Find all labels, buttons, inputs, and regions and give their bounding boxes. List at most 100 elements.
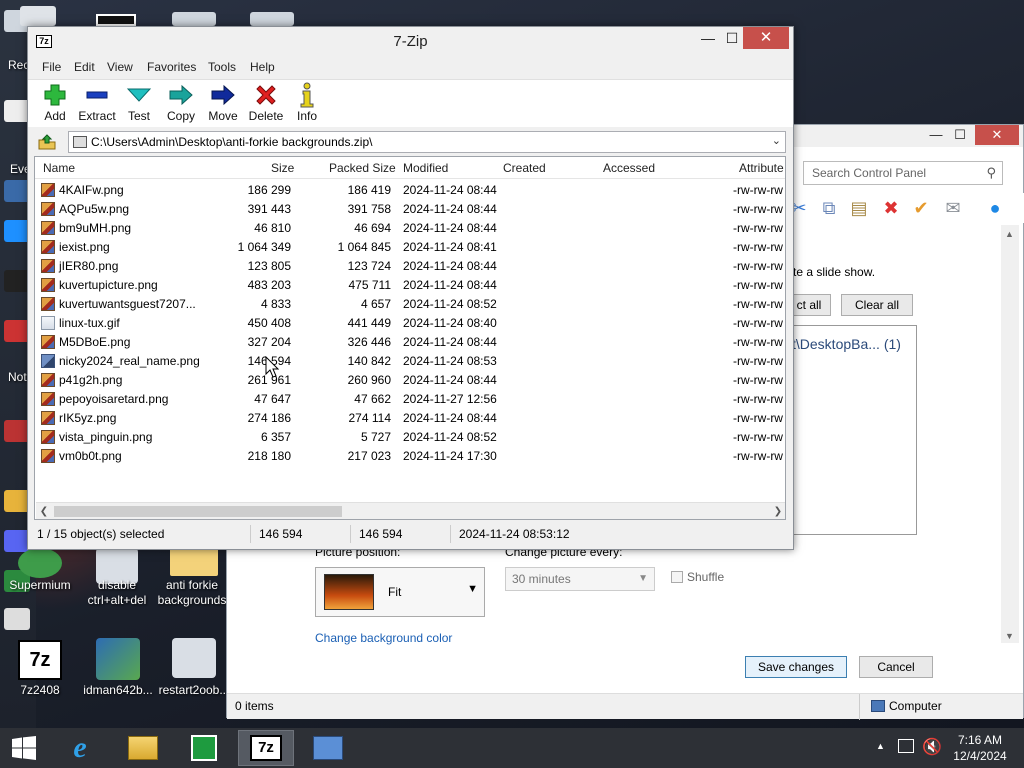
file-packed-size: 326 446 <box>347 335 391 349</box>
image-file-icon <box>41 278 55 292</box>
delete-button[interactable]: Delete <box>244 82 288 123</box>
column-attributes[interactable]: Attribute <box>739 161 784 175</box>
shell-icon[interactable]: ● <box>983 197 1007 219</box>
tray-overflow-icon[interactable]: ▲ <box>876 741 885 751</box>
picture-folder-list[interactable]: t\DesktopBa... (1) <box>789 325 917 535</box>
change-background-color-link[interactable]: Change background color <box>315 631 452 645</box>
taskbar-file-explorer[interactable] <box>115 730 171 766</box>
file-row[interactable]: nicky2024_real_name.png 146 594 140 842 202… <box>35 352 785 371</box>
taskbar-store[interactable] <box>176 730 232 766</box>
save-changes-button[interactable]: Save changes <box>745 656 847 678</box>
test-icon <box>117 82 161 108</box>
file-row[interactable]: M5DBoE.png 327 204 326 446 2024-11-24 08:44… <box>35 333 785 352</box>
supermium-icon[interactable] <box>18 548 62 578</box>
file-row[interactable]: AQPu5w.png 391 443 391 758 2024-11-24 08:44… <box>35 200 785 219</box>
menu-tools[interactable]: Tools <box>208 60 236 74</box>
start-button[interactable] <box>0 730 48 766</box>
close-button[interactable]: ✕ <box>975 125 1019 145</box>
file-row[interactable]: jIER80.png 123 805 123 724 2024-11-24 08:44… <box>35 257 785 276</box>
app-icon[interactable] <box>96 14 136 26</box>
file-list[interactable]: Name Size Packed Size Modified Created A… <box>34 156 786 520</box>
file-row[interactable]: vm0b0t.png 218 180 217 023 2024-11-24 17:30… <box>35 447 785 466</box>
file-row[interactable]: kuvertupicture.png 483 203 475 711 2024-11-… <box>35 276 785 295</box>
scroll-left-icon[interactable]: ❮ <box>36 503 52 519</box>
column-packed-size[interactable]: Packed Size <box>329 161 396 175</box>
file-row[interactable]: 4KAIFw.png 186 299 186 419 2024-11-24 08:44… <box>35 181 785 200</box>
network-icon[interactable] <box>898 739 914 753</box>
shuffle-checkbox[interactable] <box>671 571 683 583</box>
folder-up-icon[interactable] <box>38 134 56 150</box>
scroll-right-icon[interactable]: ❯ <box>770 503 785 519</box>
file-row[interactable]: bm9uMH.png 46 810 46 694 2024-11-24 08:44 -r… <box>35 219 785 238</box>
gear-file-icon[interactable] <box>172 638 216 678</box>
check-icon[interactable]: ✔ <box>909 197 933 219</box>
file-attributes: -rw-rw-rw <box>733 335 783 349</box>
path-combobox[interactable]: C:\Users\Admin\Desktop\anti-forkie backg… <box>68 131 786 153</box>
move-button[interactable]: Move <box>201 82 245 123</box>
gear-file-icon[interactable] <box>250 12 294 26</box>
add-button[interactable]: Add <box>33 82 77 123</box>
clock[interactable]: 7:16 AM 12/4/2024 <box>950 732 1010 764</box>
test-button[interactable]: Test <box>117 82 161 123</box>
column-created[interactable]: Created <box>503 161 546 175</box>
vertical-scrollbar[interactable]: ▲ ▼ <box>1001 225 1019 643</box>
menu-edit[interactable]: Edit <box>74 60 95 74</box>
column-accessed[interactable]: Accessed <box>603 161 655 175</box>
menu-favorites[interactable]: Favorites <box>147 60 196 74</box>
search-control-panel-input[interactable]: Search Control Panel ⚲ <box>803 161 1003 185</box>
file-row[interactable]: pepoyoisaretard.png 47 647 47 662 2024-11-2… <box>35 390 785 409</box>
gear-file-icon[interactable] <box>172 12 216 26</box>
file-row[interactable]: vista_pinguin.png 6 357 5 727 2024-11-24 08… <box>35 428 785 447</box>
menu-help[interactable]: Help <box>250 60 275 74</box>
info-button[interactable]: Info <box>285 82 329 123</box>
folder-list-item[interactable]: t\DesktopBa... (1) <box>792 336 901 352</box>
add-icon <box>33 82 77 108</box>
column-modified[interactable]: Modified <box>403 161 448 175</box>
taskbar-7zip[interactable]: 7z <box>238 730 294 766</box>
file-row[interactable]: p41g2h.png 261 961 260 960 2024-11-24 08:44… <box>35 371 785 390</box>
file-row[interactable]: linux-tux.gif 450 408 441 449 2024-11-24 08… <box>35 314 785 333</box>
chevron-down-icon[interactable]: ⌄ <box>772 134 781 147</box>
minimize-button[interactable]: — <box>696 27 720 49</box>
file-modified: 2024-11-24 08:44 <box>403 221 497 235</box>
volume-muted-icon[interactable]: 🔇 <box>922 737 942 757</box>
properties-icon[interactable]: ✉ <box>941 197 965 219</box>
scroll-up-icon[interactable]: ▲ <box>1005 229 1014 239</box>
delete-label: Delete <box>248 109 284 123</box>
taskbar-control-panel[interactable] <box>300 730 356 766</box>
file-name: iexist.png <box>59 240 110 254</box>
7zip-titlebar[interactable]: 7z 7-Zip — ☐ ✕ <box>28 27 793 57</box>
idm-icon[interactable] <box>96 638 140 680</box>
paste-icon[interactable]: ▤ <box>847 197 871 219</box>
file-row[interactable]: kuvertuwantsguest7207... 4 833 4 657 2024-1… <box>35 295 785 314</box>
recycle-bin-icon[interactable] <box>20 6 56 26</box>
menu-file[interactable]: File <box>42 60 61 74</box>
close-button[interactable]: ✕ <box>743 27 789 49</box>
copy-icon[interactable]: ⧉ <box>817 197 841 219</box>
delete-icon[interactable]: ✖ <box>879 197 903 219</box>
maximize-button[interactable]: ☐ <box>720 27 744 49</box>
extract-button[interactable]: Extract <box>75 82 119 123</box>
horizontal-scrollbar[interactable]: ❮ ❯ <box>36 502 785 519</box>
file-row[interactable]: rIK5yz.png 274 186 274 114 2024-11-24 08:44… <box>35 409 785 428</box>
file-row[interactable]: iexist.png 1 064 349 1 064 845 2024-11-24 0… <box>35 238 785 257</box>
search-icon[interactable]: ⚲ <box>986 165 996 181</box>
file-size: 391 443 <box>247 202 291 216</box>
scrollbar-thumb[interactable] <box>54 506 342 517</box>
scroll-down-icon[interactable]: ▼ <box>1005 631 1014 641</box>
file-size: 146 594 <box>247 354 291 368</box>
folder-icon[interactable] <box>170 548 218 576</box>
column-size[interactable]: Size <box>271 161 294 175</box>
7zip-icon[interactable]: 7z <box>18 640 62 680</box>
maximize-button[interactable]: ☐ <box>945 125 975 145</box>
menu-view[interactable]: View <box>107 60 133 74</box>
clear-all-button[interactable]: Clear all <box>841 294 913 316</box>
column-name[interactable]: Name <box>43 161 75 175</box>
file-name: jIER80.png <box>59 259 119 273</box>
cancel-button[interactable]: Cancel <box>859 656 933 678</box>
app-icon[interactable] <box>4 608 30 630</box>
taskbar-internet-explorer[interactable]: e <box>52 730 108 766</box>
picture-position-dropdown[interactable]: Fit ▼ <box>315 567 485 617</box>
copy-button[interactable]: Copy <box>159 82 203 123</box>
change-every-select[interactable]: 30 minutes ▼ <box>505 567 655 591</box>
